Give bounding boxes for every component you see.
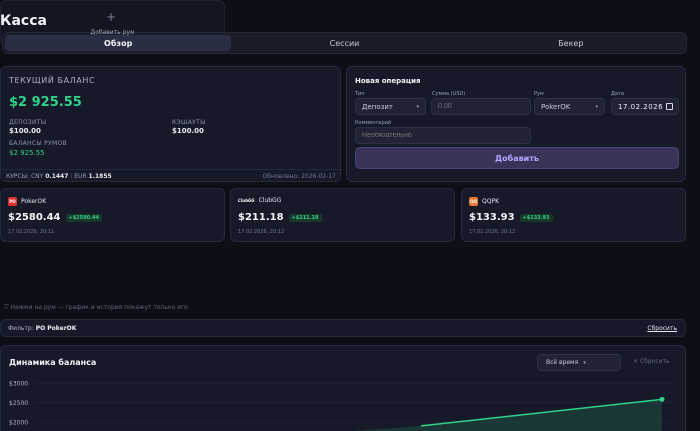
room-delta-badge: +$211.18 [288,213,322,222]
filter-icon: ⛉ [4,304,9,311]
balance-card: ТЕКУЩИЙ БАЛАНС $2 925.55 ДЕПОЗИТЫ $100.0… [0,66,342,183]
hint-text: Нажми на рум — график и история покажут … [10,304,188,311]
room-select[interactable]: PokerOK ▾ [534,98,605,115]
qqpk-logo-icon: QQ [469,197,478,206]
comment-label: Комментарий [355,120,392,126]
rates-footer: КУРСЫ: CNY 0.1447 | EUR 1.1855 Обновлено… [1,169,342,183]
balance-point[interactable] [659,396,665,402]
balance-value: $2 925.55 [9,95,82,110]
filter-reset-link[interactable]: Сбросить [647,325,677,332]
type-label: Тип [355,91,365,97]
chevron-down-icon: ▾ [595,103,598,110]
room-name: QQPK [482,198,499,205]
room-header: PO PokerOK [8,197,46,206]
tab-overview[interactable]: Обзор [5,35,232,51]
room-amount-value: $211.18 [238,212,284,223]
page-title: Касса [0,13,47,29]
room-amount: $2580.44 +$2580.44 [8,212,102,223]
deposits-label: ДЕПОЗИТЫ [9,119,47,126]
filter-value: PO PokerOK [35,325,77,332]
room-date: 17.02.2026, 20:11 [8,229,55,235]
rates: КУРСЫ: CNY 0.1447 | EUR 1.1855 [6,173,112,180]
room-date: 17.02.2026, 20:12 [469,229,516,235]
page: Касса Обзор Сессии Бекер ТЕКУЩИЙ БАЛАНС … [0,0,700,431]
date-input[interactable]: 17.02.2026 [611,98,679,115]
rooms-balance-value: $2 925.55 [9,149,45,157]
y-axis-ticks: $3000 $2500 $2000 [9,381,28,427]
cashouts-value: $100.00 [172,127,204,135]
filter-bar: Фильтр: PO PokerOK Сбросить [0,319,686,337]
room-delta-badge: +$133.93 [519,213,553,222]
comment-input[interactable] [355,127,531,144]
balance-chart-card: Динамика баланса Всё время ▾ ✕ Сбросить … [0,345,686,431]
room-amount: $133.93 +$133.93 [469,212,553,223]
filter-text: Фильтр: PO PokerOK [8,325,76,332]
eur-rate: 1.1855 [88,173,112,180]
updated-date: Обновлено: 2026-02-17 [262,173,336,180]
y-tick-label: $2500 [9,400,28,407]
room-date: 17.02.2026, 20:12 [238,229,285,235]
room-header: ClubGG ClubGG [238,197,281,204]
date-label: Дата [611,91,624,97]
room-amount: $211.18 +$211.18 [238,212,322,223]
pokerok-logo-icon: PO [8,197,17,206]
tab-sessions[interactable]: Сессии [231,35,457,51]
balance-chart: $3000 $2500 $2000 [9,381,673,431]
amount-label: Сумма (USD) [432,91,466,97]
rates-label: КУРСЫ: [6,173,30,180]
add-operation-button[interactable]: Добавить [355,147,679,169]
room-name: PokerOK [21,198,47,205]
chevron-down-icon: ▾ [416,103,419,110]
cny-label: CNY [30,173,44,180]
type-select[interactable]: Депозит ▾ [355,98,426,115]
room-value: PokerOK [541,102,571,111]
date-value: 17.02.2026 [618,102,664,111]
deposits-value: $100.00 [9,127,41,135]
room-amount-value: $133.93 [469,212,515,223]
new-operation-card: Новая операция Тип Депозит ▾ Сумма (USD)… [346,66,686,182]
room-card-pokerok[interactable]: PO PokerOK $2580.44 +$2580.44 17.02.2026… [0,188,225,242]
operation-title: Новая операция [355,77,421,85]
room-label: Рум [534,91,544,97]
eur-label: EUR [74,173,87,180]
filter-hint: ⛉ Нажми на рум — график и история покажу… [4,304,188,312]
cashouts-label: КЭШАУТЫ [172,119,206,126]
type-value: Депозит [362,102,393,111]
amount-input[interactable] [431,98,531,115]
rooms-balance-label: БАЛАНСЫ РУМОВ [9,140,67,147]
add-room-label: Добавить рум [90,29,135,36]
room-card-qqpk[interactable]: QQ QQPK $133.93 +$133.93 17.02.2026, 20:… [461,188,686,242]
cny-rate: 0.1447 [45,173,69,180]
room-amount-value: $2580.44 [8,212,61,223]
room-header: QQ QQPK [469,197,499,206]
y-tick-label: $3000 [9,381,28,388]
calendar-icon[interactable] [666,103,673,110]
clubgg-logo-icon: ClubGG [238,198,255,203]
balance-label: ТЕКУЩИЙ БАЛАНС [9,76,96,85]
tab-backer[interactable]: Бекер [458,35,684,51]
filter-label: Фильтр: [8,325,34,332]
y-tick-label: $2000 [9,420,28,427]
plus-icon: + [106,10,117,24]
room-name: ClubGG [258,197,282,204]
room-delta-badge: +$2580.44 [65,213,102,222]
room-card-clubgg[interactable]: ClubGG ClubGG $211.18 +$211.18 17.02.202… [230,188,455,242]
